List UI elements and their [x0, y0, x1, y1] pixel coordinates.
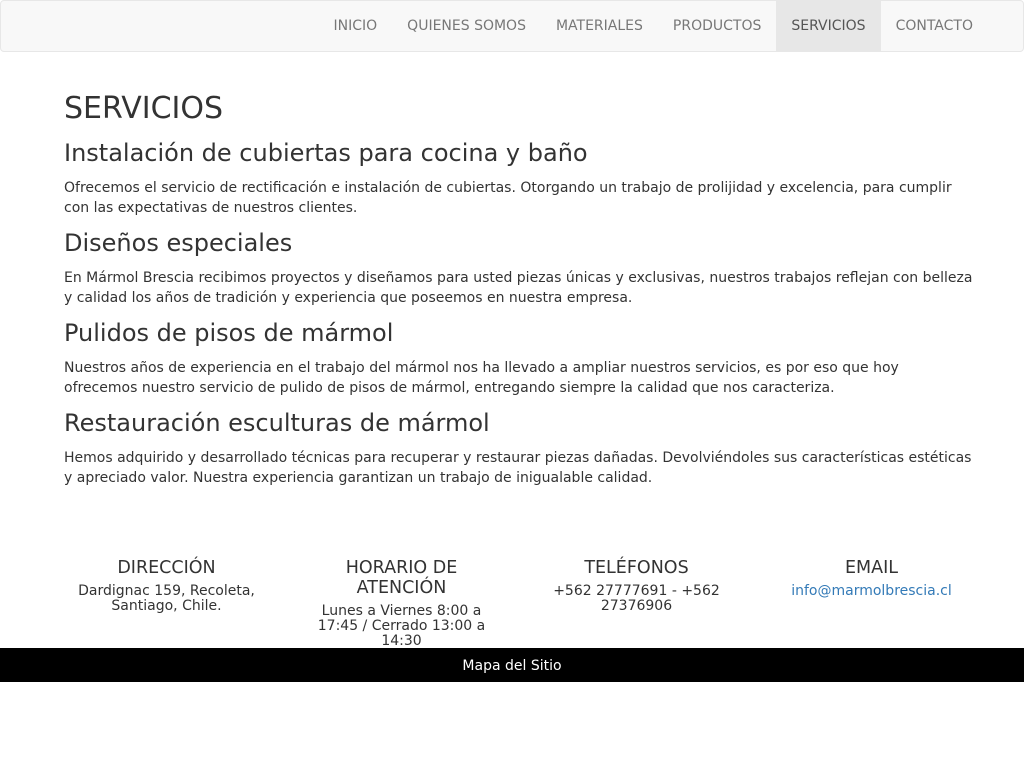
- nav-link-servicios[interactable]: SERVICIOS: [776, 1, 881, 51]
- address-column: DIRECCIÓN Dardignac 159, Recoleta, Santi…: [49, 558, 284, 649]
- nav-link-quienes-somos[interactable]: QUIENES SOMOS: [392, 1, 541, 51]
- service-section: Pulidos de pisos de mármol Nuestros años…: [64, 318, 976, 398]
- service-section: Diseños especiales En Mármol Brescia rec…: [64, 228, 976, 308]
- address-title: DIRECCIÓN: [117, 558, 216, 578]
- service-description: Hemos adquirido y desarrollado técnicas …: [64, 450, 972, 486]
- sitemap-link[interactable]: Mapa del Sitio: [462, 658, 561, 674]
- hours-text: Lunes a Viernes 8:00 a 17:45 / Cerrado 1…: [317, 603, 486, 649]
- service-section: Restauración esculturas de mármol Hemos …: [64, 408, 976, 488]
- service-heading: Instalación de cubiertas para cocina y b…: [64, 139, 588, 167]
- hours-column: HORARIO DE ATENCIÓN Lunes a Viernes 8:00…: [284, 558, 519, 649]
- email-text-wrapper: info@marmolbrescia.cl: [754, 584, 989, 599]
- nav-item-contacto: CONTACTO: [881, 1, 988, 51]
- nav-item-materiales: MATERIALES: [541, 1, 658, 51]
- address-text: Dardignac 159, Recoleta, Santiago, Chile…: [78, 583, 255, 614]
- service-heading: Pulidos de pisos de mármol: [64, 319, 394, 347]
- page-title: SERVICIOS: [64, 91, 224, 126]
- email-column: EMAIL info@marmolbrescia.cl: [754, 558, 989, 649]
- service-description: En Mármol Brescia recibimos proyectos y …: [64, 270, 973, 306]
- nav-item-productos: PRODUCTOS: [658, 1, 776, 51]
- phones-title: TELÉFONOS: [584, 558, 689, 578]
- service-heading: Restauración esculturas de mármol: [64, 409, 490, 437]
- service-description: Nuestros años de experiencia en el traba…: [64, 360, 899, 396]
- nav-link-materiales[interactable]: MATERIALES: [541, 1, 658, 51]
- footer-bar: Mapa del Sitio: [0, 648, 1024, 682]
- nav-item-inicio: INICIO: [319, 1, 393, 51]
- email-link[interactable]: info@marmolbrescia.cl: [791, 583, 952, 599]
- service-heading: Diseños especiales: [64, 229, 293, 257]
- nav-link-inicio[interactable]: INICIO: [319, 1, 393, 51]
- top-navbar: INICIO QUIENES SOMOS MATERIALES PRODUCTO…: [0, 0, 1024, 52]
- service-section: Instalación de cubiertas para cocina y b…: [64, 138, 976, 218]
- footer-info: DIRECCIÓN Dardignac 159, Recoleta, Santi…: [49, 558, 989, 649]
- nav-item-quienes-somos: QUIENES SOMOS: [392, 1, 541, 51]
- phones-text: +562 27777691 - +562 27376906: [553, 583, 720, 614]
- email-title: EMAIL: [844, 558, 899, 578]
- phones-column: TELÉFONOS +562 27777691 - +562 27376906: [519, 558, 754, 649]
- main-nav: INICIO QUIENES SOMOS MATERIALES PRODUCTO…: [319, 1, 988, 51]
- nav-item-servicios: SERVICIOS: [776, 1, 881, 51]
- nav-link-productos[interactable]: PRODUCTOS: [658, 1, 776, 51]
- nav-link-contacto[interactable]: CONTACTO: [881, 1, 988, 51]
- service-description: Ofrecemos el servicio de rectificación e…: [64, 180, 952, 216]
- main-content: SERVICIOS Instalación de cubiertas para …: [64, 82, 976, 498]
- hours-title: HORARIO DE ATENCIÓN: [345, 558, 458, 598]
